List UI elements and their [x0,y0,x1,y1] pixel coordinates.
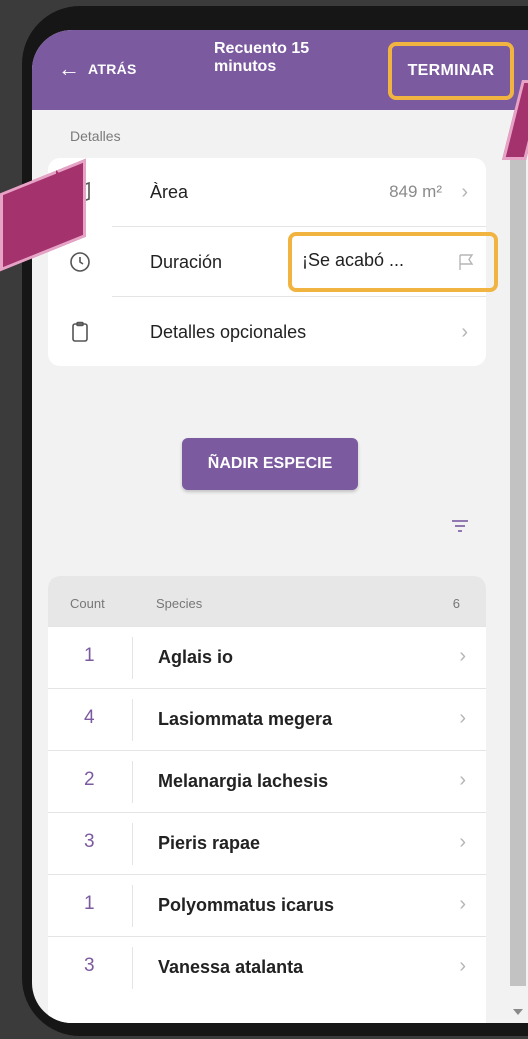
page-title: Recuento 15 minutos [214,40,310,75]
area-value: 849 m² [389,182,442,201]
details-section-label: Detalles [70,128,121,144]
chevron-right-icon: › [459,707,466,729]
duration-value-highlight[interactable]: ¡Se acabó ... [288,232,498,292]
duration-label: Duración [150,251,223,272]
species-name: Melanargia lachesis [158,771,329,791]
area-row[interactable]: Àrea 849 m² › [48,158,486,226]
chevron-right-icon: › [459,831,466,853]
chevron-right-icon: › [459,893,466,915]
species-row[interactable]: 3 Vanessa atalanta › [48,936,486,998]
species-name: Aglais io [158,647,234,667]
species-count: 3 [84,831,95,852]
chevron-right-icon: › [459,769,466,791]
duration-value: ¡Se acabó ... [302,250,405,270]
back-button[interactable]: ← ATRÁS [58,52,137,86]
species-total: 6 [452,596,460,611]
divider [132,699,133,741]
divider [112,226,486,227]
species-row[interactable]: 1 Aglais io › [48,626,486,688]
chevron-right-icon: › [461,320,468,343]
species-row[interactable]: 3 Pieris rapae › [48,812,486,874]
chevron-right-icon: › [459,955,466,977]
divider [132,823,133,865]
divider [132,637,133,679]
divider [132,761,133,803]
chevron-right-icon: › [459,645,466,667]
optional-details-row[interactable]: Detalles opcionales › [48,298,486,366]
species-name: Pieris rapae [158,833,261,853]
details-card: Àrea 849 m² › Duración Detalles opcional… [48,158,498,366]
flag-icon[interactable] [456,252,476,272]
back-label: ATRÁS [88,61,137,77]
add-species-button[interactable]: ÑADIR ESPECIE [182,438,358,490]
filter-icon[interactable] [450,518,470,534]
species-count: 2 [84,769,95,790]
optional-details-label: Detalles opcionales [150,321,307,342]
species-name: Polyommatus icarus [158,895,335,915]
chevron-right-icon: › [461,180,468,203]
species-count: 1 [84,645,95,666]
species-row[interactable]: 4 Lasiommata megera › [48,688,486,750]
species-row[interactable]: 2 Melanargia lachesis › [48,750,486,812]
species-row[interactable]: 1 Polyommatus icarus › [48,874,486,936]
clock-icon [70,252,90,272]
divider [112,296,486,297]
species-column-header: Species [156,596,203,611]
species-name: Vanessa atalanta [158,957,304,977]
count-column-header: Count [70,596,105,611]
scroll-thumb[interactable] [510,132,526,986]
app-screen: ← ATRÁS Recuento 15 minutos TERMINAR Det… [32,30,528,1023]
divider [132,885,133,927]
back-arrow-icon: ← [58,56,80,81]
scrollbar[interactable] [508,110,528,1023]
species-count: 4 [84,707,95,728]
species-list-header: Count Species 6 [48,576,486,626]
finish-button[interactable]: TERMINAR [388,42,514,100]
app-header: ← ATRÁS Recuento 15 minutos TERMINAR [32,30,528,110]
species-count: 1 [84,893,95,914]
divider [132,947,133,989]
area-label: Àrea [150,181,189,202]
callout-arrow-tip [56,170,78,214]
clipboard-icon [72,321,88,342]
species-list: Count Species 6 1 Aglais io › 4 Lasiomma… [48,576,486,1023]
species-name: Lasiommata megera [158,709,333,729]
scroll-down-icon[interactable] [513,1009,523,1015]
species-count: 3 [84,955,95,976]
